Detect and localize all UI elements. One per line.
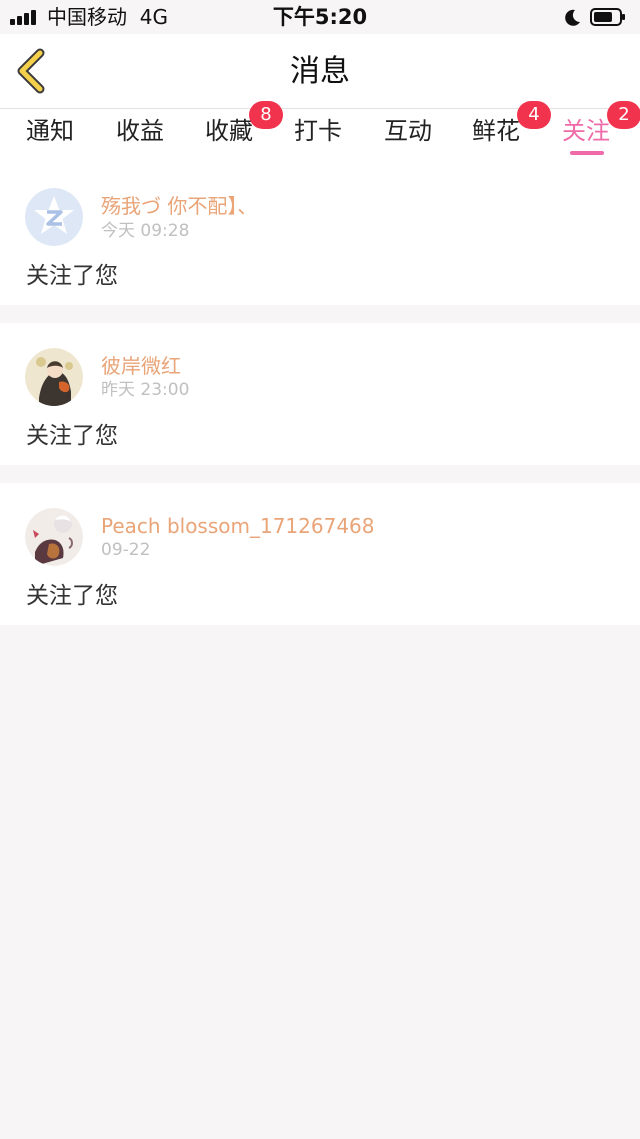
avatar[interactable] [25,348,83,406]
tab-label: 打卡 [294,117,342,145]
user-name[interactable]: Peach blossom_171267468 [101,513,375,539]
page-title: 消息 [290,54,350,89]
tab-notice[interactable]: 通知 [26,109,78,170]
tab-flowers[interactable]: 鲜花 4 [472,101,551,170]
follow-notification-card[interactable]: 殇我づ 你不配】、 今天 09:28 关注了您 [0,170,640,305]
status-time: 下午5:20 [272,5,368,29]
notification-time: 昨天 23:00 [101,380,190,400]
follow-notification-card[interactable]: 彼岸微红 昨天 23:00 关注了您 [0,323,640,465]
follow-notification-card[interactable]: Peach blossom_171267468 09-22 关注了您 [0,483,640,625]
default-avatar-icon [25,188,83,246]
nav-bar: 消息 [0,34,640,109]
unread-badge: 2 [607,101,640,129]
anime-avatar [25,508,83,566]
tab-label: 鲜花 [472,117,520,145]
tab-label: 收藏 [205,117,253,145]
unread-badge: 8 [249,101,283,129]
battery-icon [590,8,625,26]
tab-label: 互动 [384,117,432,145]
user-name[interactable]: 殇我づ 你不配】、 [101,193,257,219]
tab-favorites[interactable]: 收藏 8 [205,101,283,170]
notification-message: 关注了您 [26,423,118,449]
tab-label: 通知 [26,117,74,145]
tab-checkin[interactable]: 打卡 [294,109,346,170]
tab-label: 关注 [562,117,610,145]
notification-message: 关注了您 [26,583,118,609]
avatar[interactable] [25,508,83,566]
notification-message: 关注了您 [26,263,118,289]
tab-interaction[interactable]: 互动 [384,109,436,170]
anime-avatar [25,348,83,406]
tab-earnings[interactable]: 收益 [116,109,168,170]
moon-icon [565,9,580,26]
tab-label: 收益 [116,117,164,145]
tab-follow[interactable]: 关注 2 [562,101,640,170]
status-bar: 中国移动 4G 下午5:20 [0,0,640,34]
active-tab-indicator [570,151,604,155]
user-name[interactable]: 彼岸微红 [101,353,181,379]
notification-time: 09-22 [101,540,151,560]
avatar[interactable] [25,188,83,246]
unread-badge: 4 [517,101,551,129]
notification-time: 今天 09:28 [101,221,190,241]
tab-bar: 通知 收益 收藏 8 打卡 互动 鲜花 4 关注 2 [0,101,640,170]
